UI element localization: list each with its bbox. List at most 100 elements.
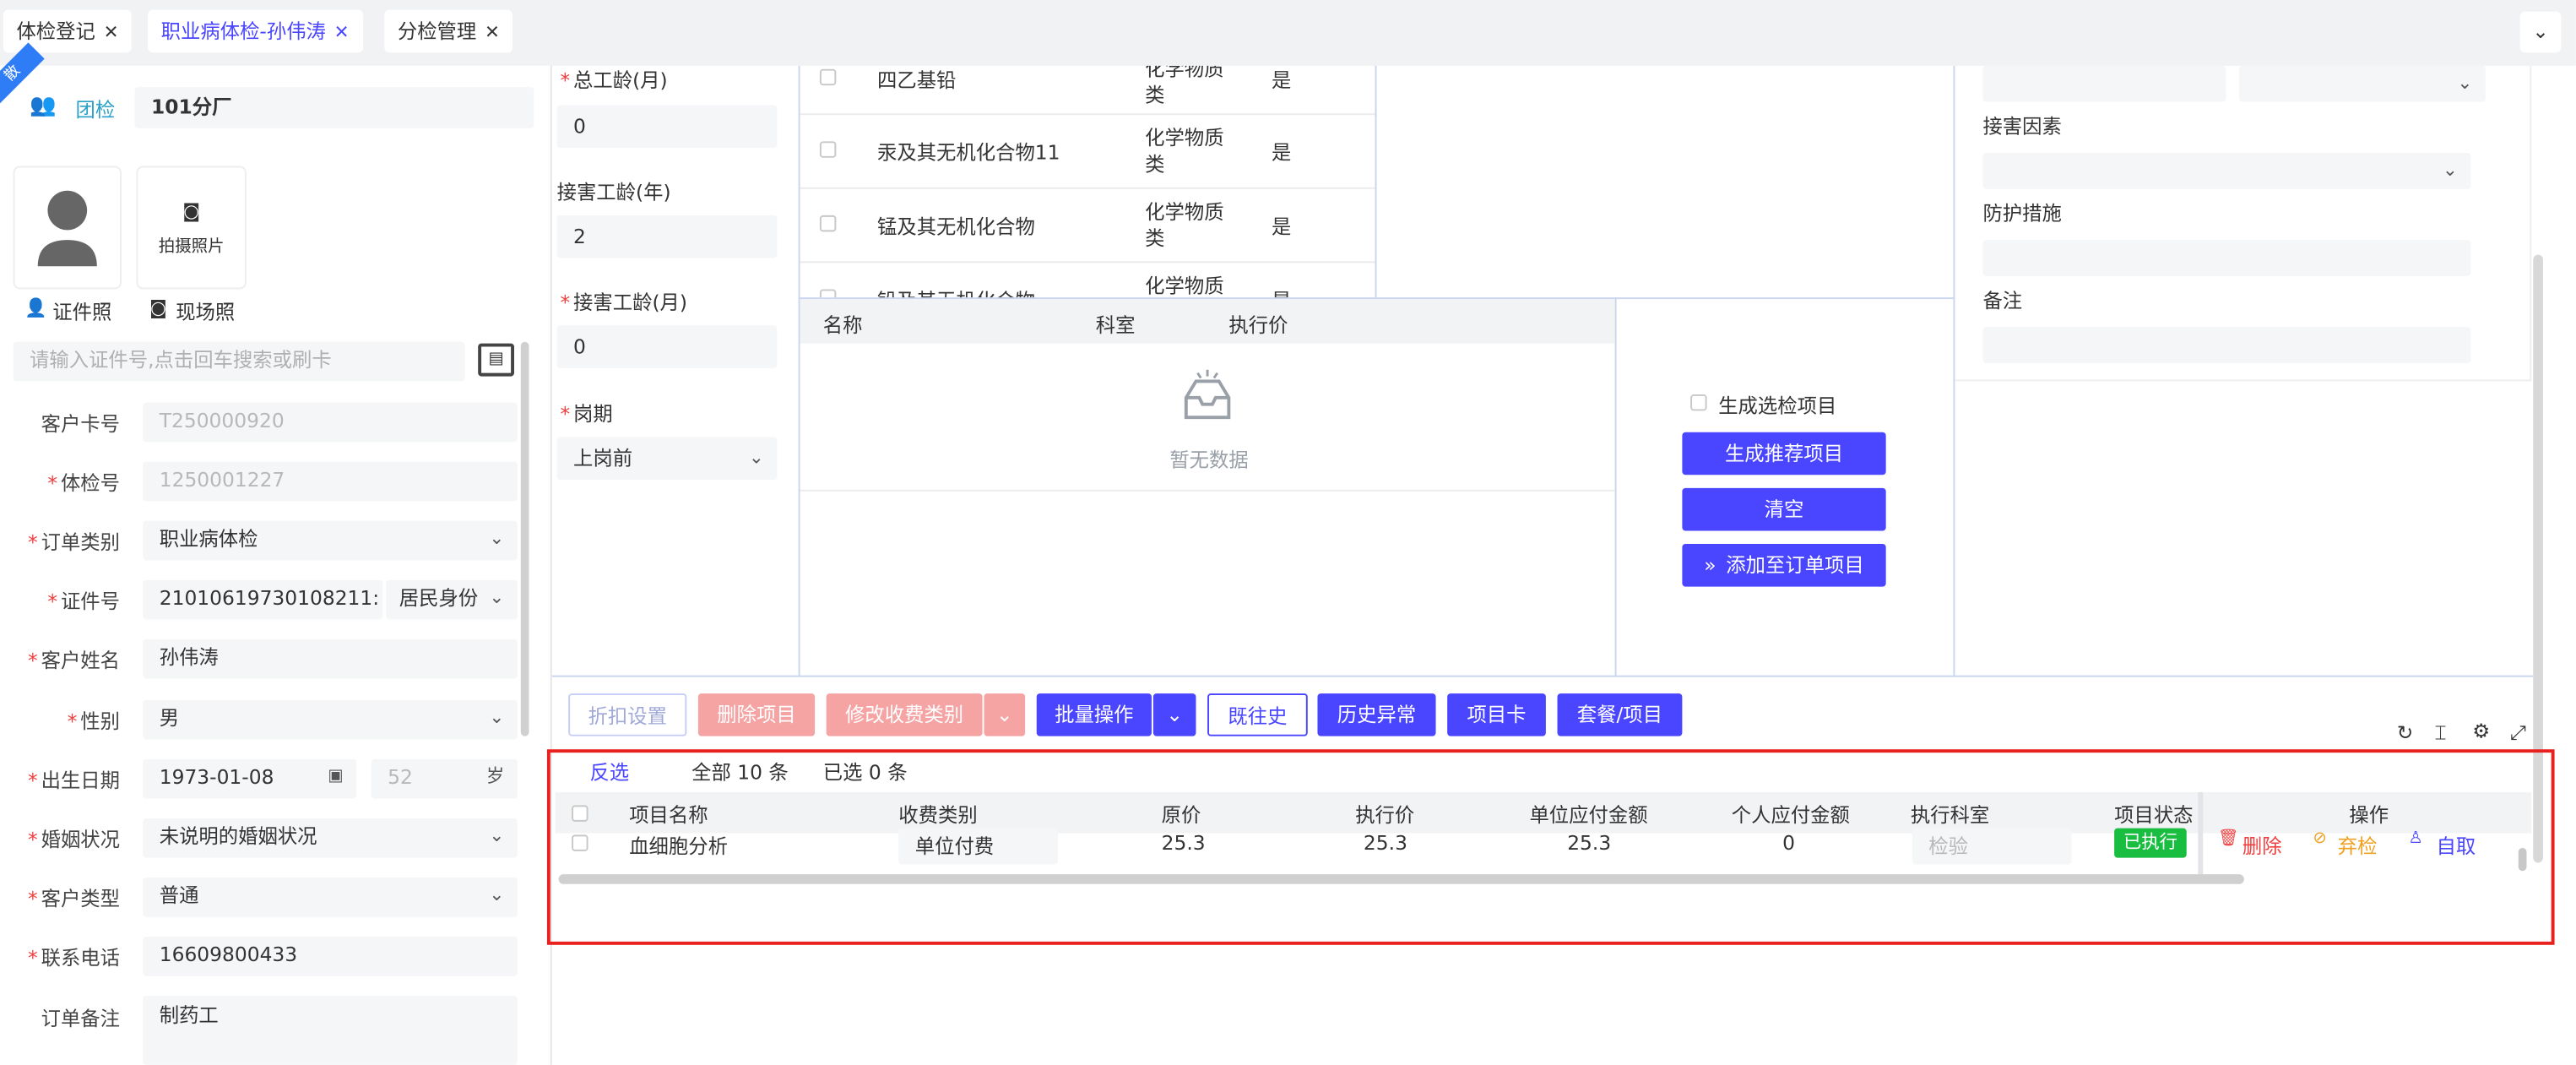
row-checkbox[interactable] [819, 68, 837, 86]
history-button[interactable]: 既往史 [1207, 693, 1308, 736]
item-card-button[interactable]: 项目卡 [1447, 693, 1546, 736]
gen-recommend-button[interactable]: 生成推荐项目 [1682, 432, 1886, 475]
id-no-label: * 证件号 [47, 590, 121, 613]
birth-label: * 出生日期 [28, 769, 121, 792]
name-label: * 客户姓名 [28, 649, 121, 672]
column-header: 执行价 [1228, 313, 1288, 337]
hazard-flag: 是 [1272, 286, 1291, 297]
top-field[interactable] [1982, 65, 2226, 102]
company-field[interactable]: 101分厂 [134, 87, 534, 128]
chevron-down-icon: ⌄ [489, 883, 505, 906]
chevron-down-icon: ⌄ [489, 527, 505, 549]
column-height-icon[interactable]: ⌶ [2435, 721, 2447, 746]
take-photo-button[interactable]: ◙ 拍摄照片 [136, 166, 247, 290]
birth-date-field[interactable]: 1973-01-08 ▣ [143, 758, 357, 799]
gen-optional-label: 生成选检项目 [1718, 394, 1837, 418]
total-months-field[interactable]: 0 [556, 105, 778, 149]
clear-button[interactable]: 清空 [1682, 487, 1886, 531]
chevron-down-icon: ⌄ [489, 706, 505, 728]
left-panel: 散 👥 团检 101分厂 ◙ 拍摄照片 👤 证件照 ◙ 现场照 请输入证件号,点… [0, 42, 550, 1065]
right-remark-field[interactable] [1982, 327, 2471, 363]
column-header: 科室 [1095, 313, 1136, 337]
list-item[interactable]: 汞及其无机化合物11 化学物质类 是 [800, 115, 1375, 187]
hazard-flag: 是 [1271, 215, 1292, 239]
hazard-select[interactable]: ⌄ [1982, 152, 2471, 189]
row-checkbox[interactable] [819, 289, 837, 298]
age-unit: 岁 [485, 765, 505, 787]
gender-select[interactable]: 男 ⌄ [143, 699, 518, 740]
exposure-years-label: 接害工龄(年) [556, 181, 671, 204]
hazard-label: 接害因素 [1982, 115, 2062, 139]
modify-fee-button[interactable]: 修改收费类别 [826, 693, 983, 736]
work-column: * 总工龄(月) 0 接害工龄(年) 2 * 接害工龄(月) 0 * 岗期 上岗前 ⌄ [552, 66, 799, 677]
hazard-name: 汞及其无机化合物11 [877, 141, 1060, 165]
chevron-down-icon: ⌄ [2442, 159, 2458, 182]
name-field[interactable]: 孙伟涛 [143, 638, 518, 679]
close-icon[interactable]: ✕ [334, 21, 350, 42]
delete-item-button[interactable]: 删除项目 [697, 693, 816, 736]
id-photo-label[interactable]: 证件照 [52, 297, 111, 325]
abnormal-button[interactable]: 历史异常 [1317, 693, 1436, 736]
exam-no-field: 1250001227 [143, 461, 518, 502]
gen-optional-checkbox[interactable] [1690, 394, 1707, 411]
tab-label: 体检登记 [16, 19, 95, 43]
batch-dropdown[interactable]: ⌄ [1152, 693, 1196, 736]
site-photo-label[interactable]: 现场照 [176, 297, 235, 325]
left-scrollbar[interactable] [520, 341, 529, 736]
search-input[interactable]: 请输入证件号,点击回车搜索或刷卡 [13, 341, 465, 382]
cust-type-select[interactable]: 普通 ⌄ [143, 878, 518, 917]
id-type-select[interactable]: 居民身份 ⌄ [386, 579, 518, 620]
calendar-icon: ▣ [328, 767, 344, 786]
user-icon: 👤 [24, 297, 47, 319]
modify-fee-dropdown[interactable]: ⌄ [984, 693, 1026, 736]
divider [1614, 297, 1617, 677]
items-table: 名称 科室 执行价 暂无数据 [800, 299, 1615, 492]
list-item[interactable]: 铅及其无机化合物 化学物质类 是 [800, 263, 1375, 298]
marital-select[interactable]: 未说明的婚姻状况 ⌄ [143, 818, 518, 858]
fullscreen-icon[interactable]: ⤢ [2510, 721, 2526, 746]
highlight-box [546, 749, 2555, 945]
top-select[interactable]: ⌄ [2238, 65, 2486, 102]
tab-label: 职业病体检-孙伟涛 [160, 19, 326, 43]
list-item[interactable]: 锰及其无机化合物 化学物质类 是 [800, 189, 1375, 262]
phone-label: * 联系电话 [28, 946, 121, 970]
period-select[interactable]: 上岗前 ⌄ [556, 437, 778, 481]
right-panel: ⌄ 接害因素 ⌄ 防护措施 备注 [1955, 65, 2532, 382]
tab-menu-button[interactable]: ⌄ [2519, 11, 2562, 53]
double-chevron-icon: » [1704, 553, 1716, 577]
phone-field[interactable]: 16609800433 [143, 937, 518, 976]
take-photo-label: 拍摄照片 [158, 238, 225, 257]
camera-icon: ◙ [149, 297, 167, 319]
avatar [13, 166, 122, 290]
exposure-years-field[interactable]: 2 [556, 215, 778, 258]
close-icon[interactable]: ✕ [104, 21, 119, 42]
exposure-months-field[interactable]: 0 [556, 325, 778, 368]
gear-icon[interactable]: ⚙ [2472, 720, 2490, 742]
tab-registration[interactable]: 体检登记 ✕ [3, 9, 133, 53]
id-card-reader-icon[interactable]: ▤ [478, 343, 515, 377]
right-remark-label: 备注 [1982, 289, 2023, 312]
close-icon[interactable]: ✕ [485, 21, 500, 42]
add-to-order-button[interactable]: » 添加至订单项目 [1682, 544, 1886, 587]
hazard-list: 四乙基铅 化学物质类 是 汞及其无机化合物11 化学物质类 是 锰及其无机化合物… [800, 66, 1375, 298]
chevron-down-icon: ⌄ [489, 586, 505, 608]
exposure-months-label: * 接害工龄(月) [560, 291, 688, 314]
hazard-name: 锰及其无机化合物 [877, 215, 1035, 239]
id-no-field[interactable]: 21010619730108211: [143, 579, 383, 620]
tab-occupational-exam[interactable]: 职业病体检-孙伟涛 ✕ [148, 9, 363, 53]
list-item[interactable]: 四乙基铅 化学物质类 是 [800, 66, 1375, 113]
row-checkbox[interactable] [819, 215, 837, 232]
protection-field[interactable] [1982, 240, 2471, 276]
remark-textarea[interactable]: 制药工 [143, 996, 518, 1065]
package-button[interactable]: 套餐/项目 [1557, 693, 1683, 736]
discount-button[interactable]: 折扣设置 [568, 693, 687, 736]
order-type-select[interactable]: 职业病体检 ⌄ [143, 520, 518, 561]
empty-text: 暂无数据 [1169, 448, 1249, 472]
marital-label: * 婚姻状况 [28, 828, 121, 851]
chevron-down-icon: ⌄ [2532, 19, 2549, 43]
tab-triage[interactable]: 分检管理 ✕ [384, 9, 513, 53]
row-checkbox[interactable] [819, 141, 837, 158]
empty-inbox-icon [1184, 369, 1231, 420]
batch-button[interactable]: 批量操作 [1036, 693, 1152, 736]
refresh-icon[interactable]: ↻ [2397, 721, 2414, 744]
